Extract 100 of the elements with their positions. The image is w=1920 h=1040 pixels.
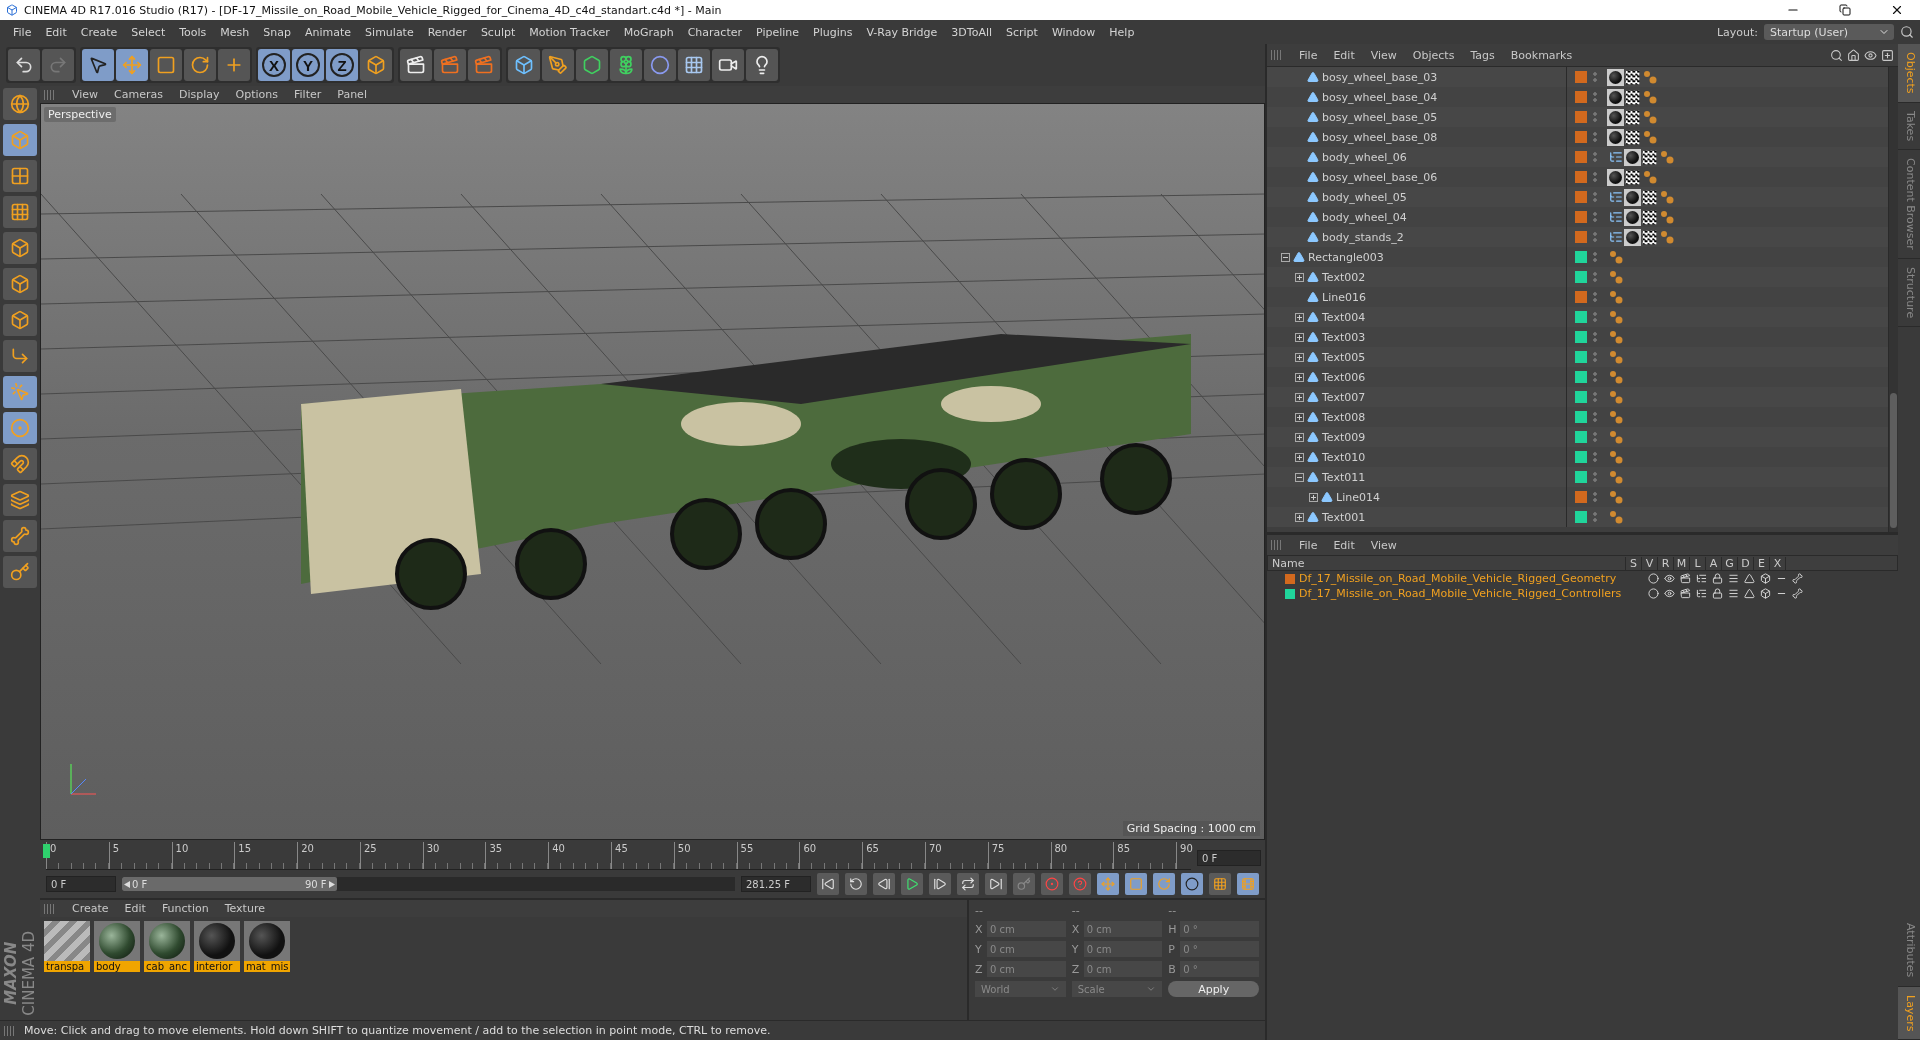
material-tag-icon[interactable] — [1624, 228, 1641, 246]
visibility-dots-icon[interactable] — [1593, 451, 1597, 463]
menu-item[interactable]: Animate — [298, 25, 359, 39]
flower-button[interactable] — [610, 49, 642, 81]
menu-item[interactable]: Tags — [1462, 48, 1503, 62]
material-tag-icon[interactable] — [1624, 208, 1641, 226]
menu-item[interactable]: 3DToAll — [944, 25, 999, 39]
lock-icon[interactable] — [1711, 573, 1723, 584]
weight-tag-icon[interactable] — [1608, 410, 1623, 424]
layer-swatch[interactable] — [1575, 131, 1587, 143]
bars-icon[interactable] — [1727, 573, 1739, 584]
object-name[interactable]: bosy_wheel_base_05 — [1322, 110, 1438, 124]
visibility-dots-icon[interactable] — [1593, 431, 1597, 443]
texture-tag-icon[interactable] — [1625, 170, 1640, 184]
menu-item[interactable]: File — [1291, 48, 1326, 62]
menu-item[interactable]: Edit — [1325, 48, 1363, 62]
collapse-toggle[interactable] — [1295, 472, 1304, 482]
menu-item[interactable]: Bookmarks — [1502, 48, 1581, 62]
expand-toggle[interactable] — [1295, 512, 1304, 522]
menu-item[interactable]: Display — [171, 88, 228, 101]
material-name[interactable]: mat_mis — [244, 961, 290, 972]
range-slider[interactable]: 0 F 90 F — [122, 877, 337, 891]
cube-button[interactable] — [508, 49, 540, 81]
object-name[interactable]: body_wheel_04 — [1322, 210, 1407, 224]
bone-button[interactable] — [3, 520, 37, 552]
object-name[interactable]: bosy_wheel_base_06 — [1322, 170, 1438, 184]
menu-item[interactable]: Cameras — [106, 88, 171, 101]
visibility-dots-icon[interactable] — [1593, 191, 1597, 203]
menu-item[interactable]: Options — [227, 88, 286, 101]
object-name[interactable]: bosy_wheel_base_08 — [1322, 130, 1438, 144]
layer-swatch[interactable] — [1575, 171, 1587, 183]
weight-tag-icon[interactable] — [1608, 390, 1623, 404]
render-settings-button[interactable] — [468, 49, 500, 81]
grid-button[interactable] — [678, 49, 710, 81]
visibility-dots-icon[interactable] — [1593, 231, 1597, 243]
clapperboard-icon[interactable] — [1679, 588, 1691, 599]
object-name[interactable]: body_stands_2 — [1322, 230, 1404, 244]
texture-tag-icon[interactable] — [1625, 130, 1640, 144]
menu-item[interactable]: MoGraph — [616, 25, 681, 39]
weight-tag-icon[interactable] — [1608, 270, 1623, 284]
expand-toggle[interactable] — [1295, 412, 1304, 422]
layer-swatch[interactable] — [1575, 211, 1587, 223]
material-tag-icon[interactable] — [1607, 168, 1624, 186]
menu-item[interactable]: Texture — [216, 902, 273, 915]
bone-icon[interactable] — [1791, 573, 1803, 584]
menu-item[interactable]: View — [64, 88, 107, 101]
step-forward-button[interactable] — [929, 873, 951, 895]
grid-button[interactable] — [3, 196, 37, 228]
menu-item[interactable]: Plugins — [806, 25, 860, 39]
material-tag-icon[interactable] — [1607, 68, 1624, 86]
layer-swatch[interactable] — [1575, 511, 1587, 523]
weight-tag-icon[interactable] — [1608, 510, 1623, 524]
visibility-dots-icon[interactable] — [1593, 291, 1597, 303]
current-frame-field[interactable]: 0 F — [1197, 850, 1261, 866]
search-icon[interactable] — [1830, 48, 1843, 62]
weight-tag-icon[interactable] — [1608, 430, 1623, 444]
menu-item[interactable]: Tools — [172, 25, 214, 39]
menu-item[interactable]: Function — [153, 902, 217, 915]
expand-toggle[interactable] — [1309, 492, 1318, 502]
play-button[interactable] — [901, 873, 923, 895]
menu-item[interactable]: Snap — [256, 25, 298, 39]
bars-icon[interactable] — [1727, 588, 1739, 599]
menu-item[interactable]: Create — [73, 25, 125, 39]
start-frame-field[interactable]: 0 F — [46, 876, 116, 892]
go-to-start-button[interactable] — [817, 873, 839, 895]
visibility-dots-icon[interactable] — [1593, 251, 1597, 263]
weight-tag-icon[interactable] — [1608, 470, 1623, 484]
timeline-ruler[interactable]: 0 5 10 15 20 25 30 35 40 45 50 55 60 65 70 75 80 85 90 — [46, 842, 1191, 870]
object-name[interactable]: Text003 — [1322, 330, 1366, 344]
object-name[interactable]: bosy_wheel_base_03 — [1322, 70, 1438, 84]
layer-swatch[interactable] — [1575, 91, 1587, 103]
weight-tag-icon[interactable] — [1608, 490, 1623, 504]
hierarchy-icon[interactable] — [1695, 588, 1707, 599]
visibility-dots-icon[interactable] — [1593, 91, 1597, 103]
layer-swatch[interactable] — [1575, 291, 1587, 303]
point-level-button[interactable] — [1209, 873, 1231, 895]
material-preview[interactable] — [144, 921, 190, 961]
object-name[interactable]: Text006 — [1322, 370, 1366, 384]
texture-tag-icon[interactable] — [1642, 230, 1657, 244]
render-view-button[interactable] — [400, 49, 432, 81]
layer-swatch[interactable] — [1285, 573, 1295, 584]
layer-swatch[interactable] — [1575, 431, 1587, 443]
record-button[interactable] — [1041, 873, 1063, 895]
eye-icon[interactable] — [1864, 48, 1877, 62]
layer-swatch[interactable] — [1575, 191, 1587, 203]
scrollbar[interactable] — [1888, 67, 1898, 532]
hexagon-button[interactable] — [576, 49, 608, 81]
layer-name[interactable]: Df_17_Missile_on_Road_Mobile_Vehicle_Rigged_Controllers — [1299, 587, 1645, 600]
layer-name[interactable]: Df_17_Missile_on_Road_Mobile_Vehicle_Rigged_Geometry — [1299, 572, 1645, 585]
axis-lock-button[interactable]: Z — [326, 49, 358, 81]
layer-swatch[interactable] — [1285, 588, 1295, 599]
key-button[interactable] — [3, 556, 37, 588]
weight-tag-icon[interactable] — [1608, 290, 1623, 304]
layer-swatch[interactable] — [1575, 151, 1587, 163]
menu-item[interactable]: File — [1291, 538, 1326, 552]
menu-item[interactable]: Select — [124, 25, 173, 39]
circle-icon[interactable] — [1647, 588, 1659, 599]
cube-icon[interactable] — [1759, 573, 1771, 584]
object-name[interactable]: body_wheel_06 — [1322, 150, 1407, 164]
material-tag-icon[interactable] — [1607, 108, 1624, 126]
